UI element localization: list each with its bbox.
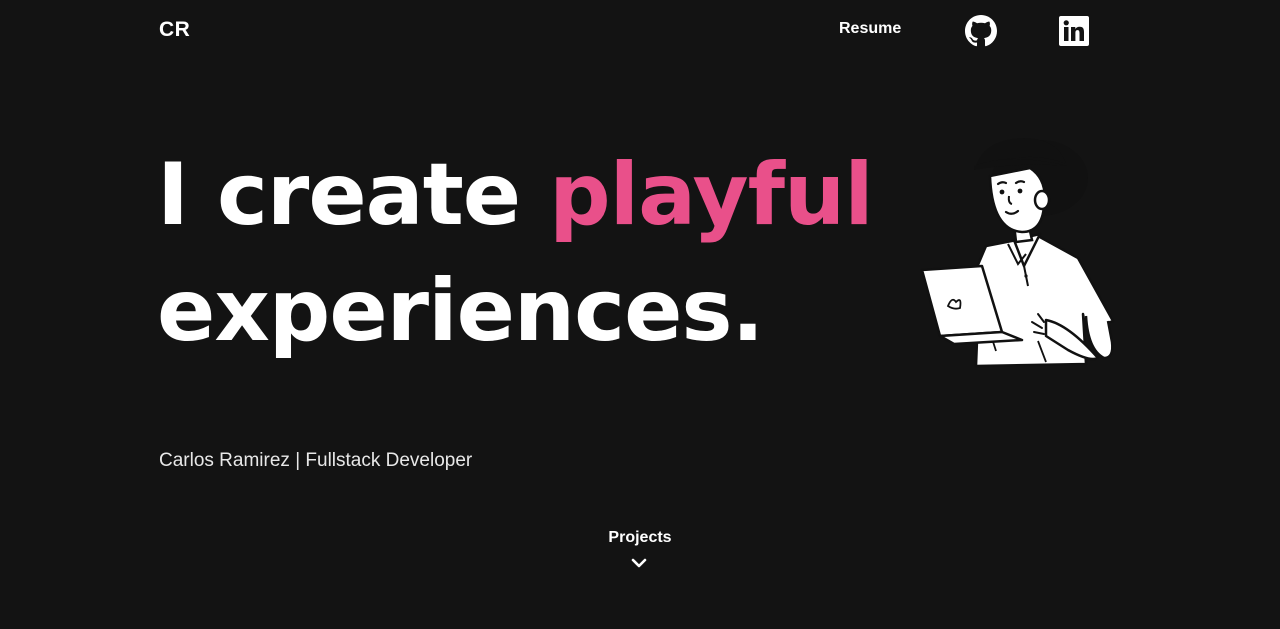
linkedin-icon <box>1059 16 1089 46</box>
hero-headline-line2: experiences. <box>157 261 764 361</box>
linkedin-link[interactable] <box>1059 16 1089 46</box>
chevron-down-icon[interactable] <box>631 557 647 569</box>
hero-headline-line1: I create playful <box>157 152 874 238</box>
hero-subtitle: Carlos Ramirez | Fullstack Developer <box>159 450 473 471</box>
github-link[interactable] <box>965 15 997 47</box>
logo[interactable]: CR <box>159 18 190 42</box>
resume-link[interactable]: Resume <box>839 20 901 38</box>
hero-headline-accent: playful <box>549 145 874 245</box>
page: CR Resume I create playful experiences. … <box>0 0 1280 629</box>
github-icon <box>965 15 997 47</box>
hero-headline-prefix: I create <box>157 145 550 245</box>
developer-with-laptop-illustration <box>920 138 1115 368</box>
projects-link[interactable]: Projects <box>590 529 690 547</box>
